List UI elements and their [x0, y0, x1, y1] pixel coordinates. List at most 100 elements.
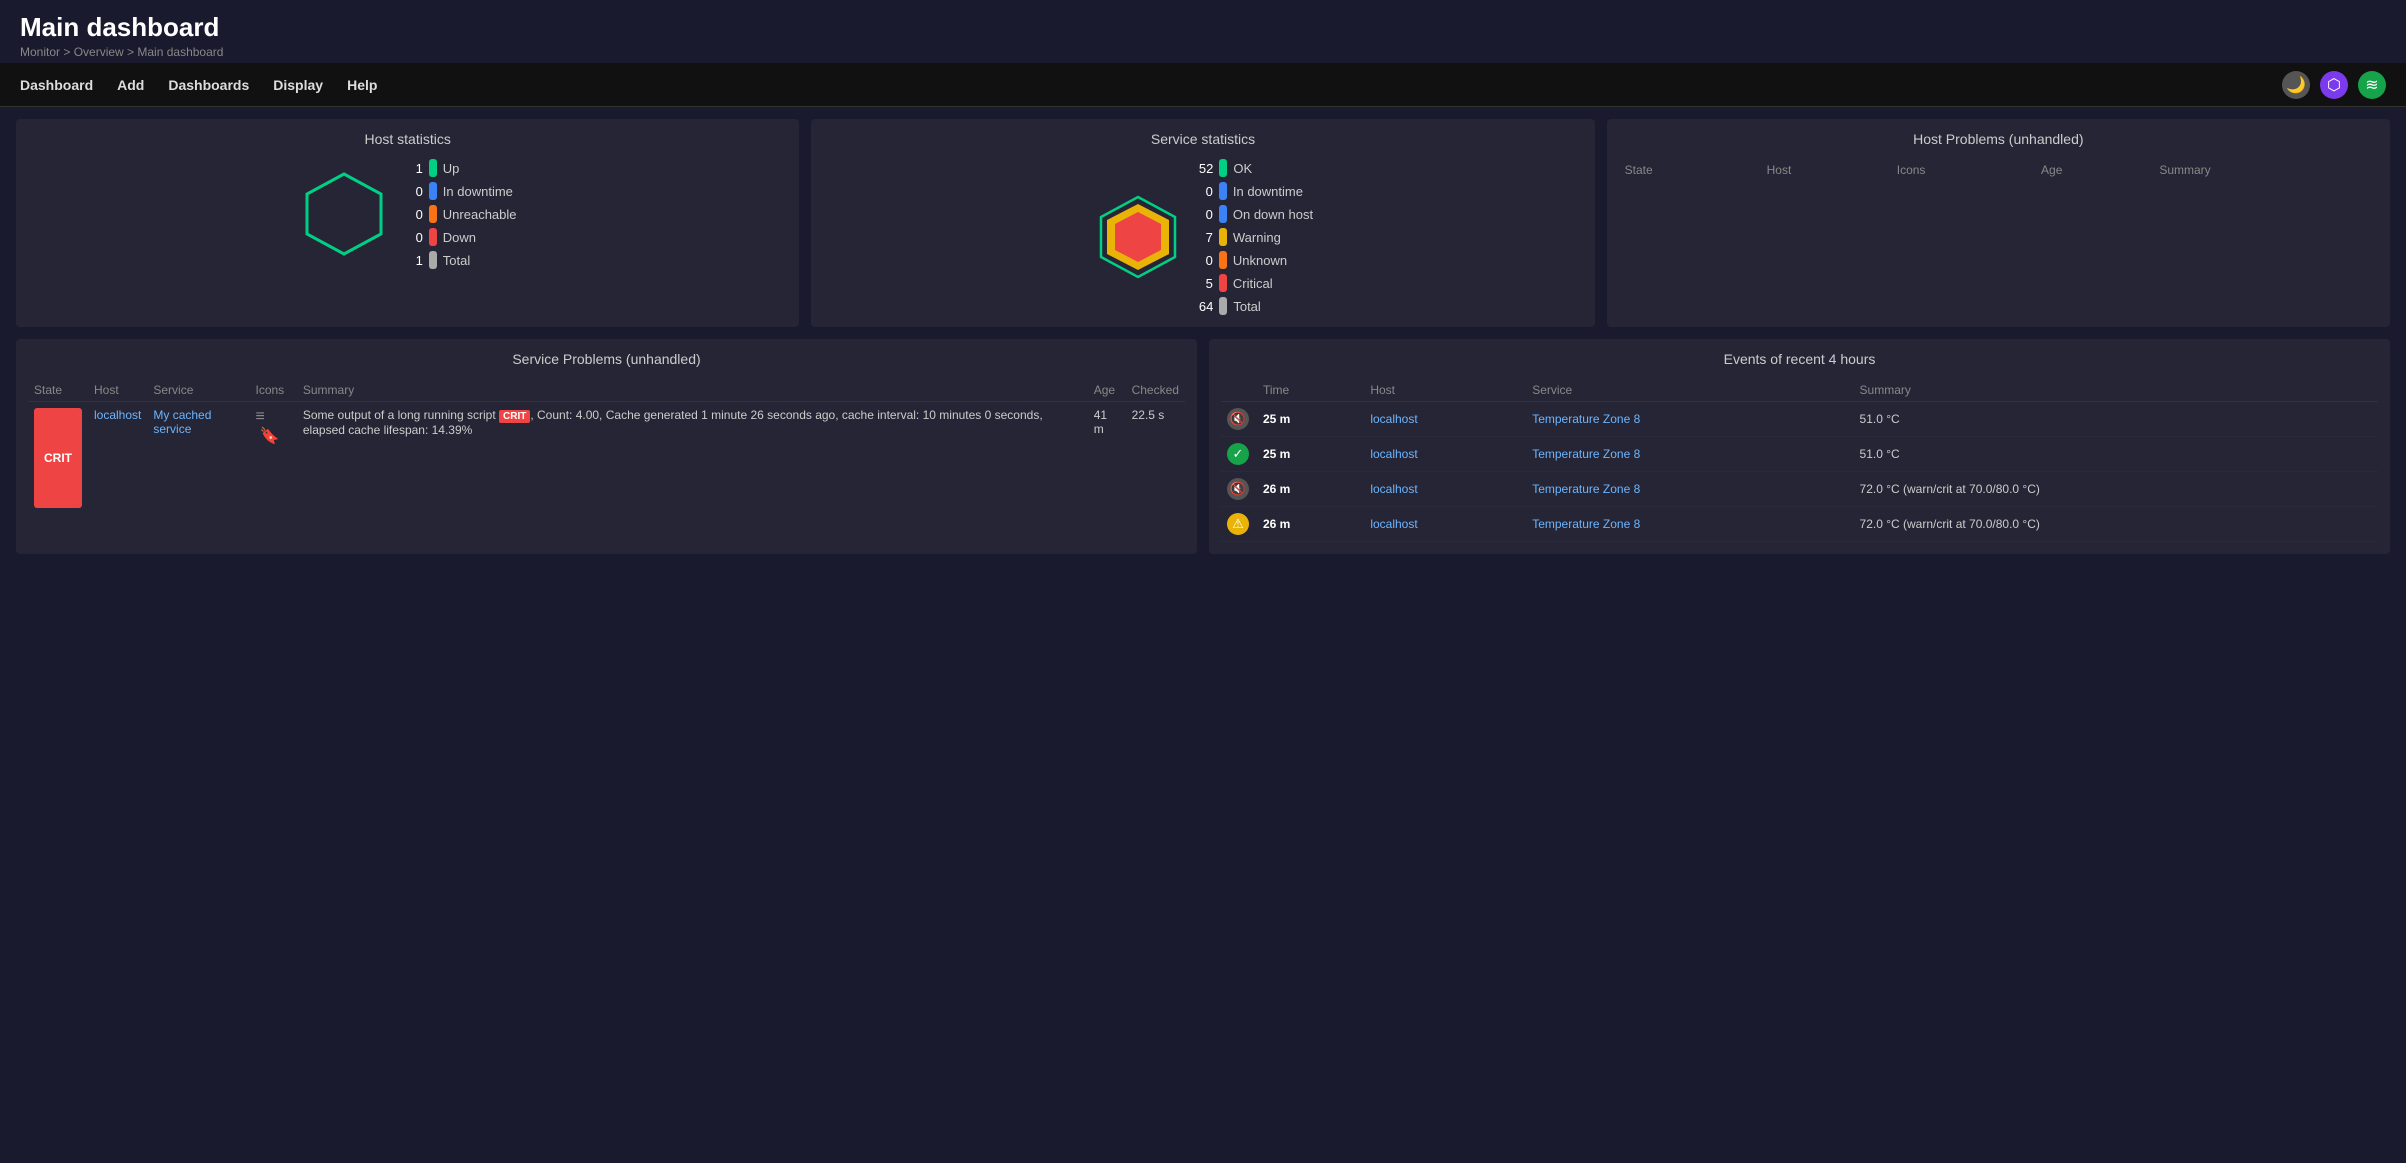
evt-service-cell[interactable]: Temperature Zone 8 [1526, 507, 1853, 542]
stat-warning: 7 Warning [1199, 228, 1313, 246]
evt-host-cell[interactable]: localhost [1364, 437, 1526, 472]
event-status-icon: 🔇 [1227, 478, 1249, 500]
unknown-indicator [1219, 251, 1227, 269]
svc-host-cell[interactable]: localhost [88, 402, 147, 515]
stat-in-downtime-svc: 0 In downtime [1199, 182, 1313, 200]
svc-icons-cell: ≡ 🔖 [250, 402, 297, 515]
nav-add[interactable]: Add [117, 73, 144, 97]
total-svc-label: Total [1233, 299, 1260, 314]
evt-service-cell[interactable]: Temperature Zone 8 [1526, 402, 1853, 437]
cube-icon[interactable]: ⬡ [2320, 71, 2348, 99]
evt-col-time: Time [1257, 379, 1364, 402]
up-label: Up [443, 161, 460, 176]
main-content: Host statistics 1 Up 0 In downtime [0, 107, 2406, 566]
evt-host-cell[interactable]: localhost [1364, 507, 1526, 542]
evt-icon-cell: 🔇 [1221, 402, 1257, 437]
on-down-host-indicator [1219, 205, 1227, 223]
nav-icon-group: 🌙 ⬡ ≋ [2282, 71, 2386, 99]
evt-col-summary: Summary [1854, 379, 2378, 402]
stat-critical: 5 Critical [1199, 274, 1313, 292]
service-stats-inner: 52 OK 0 In downtime 0 On down host [823, 159, 1582, 315]
service-problems-table: State Host Service Icons Summary Age Che… [28, 379, 1185, 514]
ok-indicator [1219, 159, 1227, 177]
host-problems-table: State Host Icons Age Summary [1619, 159, 2378, 181]
host-problems-title: Host Problems (unhandled) [1619, 131, 2378, 147]
table-row: 🔇 26 m localhost Temperature Zone 8 72.0… [1221, 472, 2378, 507]
stat-in-downtime-host: 0 In downtime [409, 182, 517, 200]
host-stat-list: 1 Up 0 In downtime 0 Unreachable [409, 159, 517, 269]
event-status-icon: ✓ [1227, 443, 1249, 465]
svc-summary-cell: Some output of a long running script CRI… [297, 402, 1088, 515]
svc-checked-cell: 22.5 s [1126, 402, 1185, 515]
unreachable-label: Unreachable [443, 207, 517, 222]
unknown-label: Unknown [1233, 253, 1287, 268]
nav-help[interactable]: Help [347, 73, 377, 97]
evt-time-cell: 26 m [1257, 472, 1364, 507]
evt-col-service: Service [1526, 379, 1853, 402]
page-header: Main dashboard Monitor > Overview > Main… [0, 0, 2406, 63]
navigation: Dashboard Add Dashboards Display Help 🌙 … [0, 63, 2406, 107]
stat-unreachable: 0 Unreachable [409, 205, 517, 223]
stat-total-host: 1 Total [409, 251, 517, 269]
spotify-icon[interactable]: ≋ [2358, 71, 2386, 99]
crit-state-badge: CRIT [34, 408, 82, 508]
down-indicator [429, 228, 437, 246]
in-downtime-host-label: In downtime [443, 184, 513, 199]
service-hexagon-icon [1093, 192, 1183, 282]
nav-dashboards[interactable]: Dashboards [168, 73, 249, 97]
table-row: ⚠ 26 m localhost Temperature Zone 8 72.0… [1221, 507, 2378, 542]
evt-host-cell[interactable]: localhost [1364, 472, 1526, 507]
in-downtime-svc-label: In downtime [1233, 184, 1303, 199]
evt-service-cell[interactable]: Temperature Zone 8 [1526, 472, 1853, 507]
service-statistics-title: Service statistics [823, 131, 1582, 147]
in-downtime-host-indicator [429, 182, 437, 200]
on-down-host-label: On down host [1233, 207, 1313, 222]
nav-dashboard[interactable]: Dashboard [20, 73, 93, 97]
total-host-indicator [429, 251, 437, 269]
nav-display[interactable]: Display [273, 73, 323, 97]
service-problems-card: Service Problems (unhandled) State Host … [16, 339, 1197, 554]
evt-col-icon [1221, 379, 1257, 402]
host-problems-card: Host Problems (unhandled) State Host Ico… [1607, 119, 2390, 327]
down-label: Down [443, 230, 476, 245]
stat-ok: 52 OK [1199, 159, 1313, 177]
events-table: Time Host Service Summary 🔇 25 m localho… [1221, 379, 2378, 542]
top-row: Host statistics 1 Up 0 In downtime [16, 119, 2390, 327]
stat-total-svc: 64 Total [1199, 297, 1313, 315]
col-summary: Summary [2153, 159, 2378, 181]
evt-time-cell: 25 m [1257, 402, 1364, 437]
moon-icon[interactable]: 🌙 [2282, 71, 2310, 99]
evt-summary-cell: 72.0 °C (warn/crit at 70.0/80.0 °C) [1854, 472, 2378, 507]
in-downtime-svc-indicator [1219, 182, 1227, 200]
service-problems-title: Service Problems (unhandled) [28, 351, 1185, 367]
host-stats-inner: 1 Up 0 In downtime 0 Unreachable [28, 159, 787, 269]
svc-age-cell: 41 m [1088, 402, 1126, 515]
ok-label: OK [1233, 161, 1252, 176]
table-row: CRIT localhost My cached service ≡ 🔖 Som… [28, 402, 1185, 515]
unreachable-indicator [429, 205, 437, 223]
evt-service-cell[interactable]: Temperature Zone 8 [1526, 437, 1853, 472]
list-icon: ≡ [256, 408, 265, 425]
stat-up: 1 Up [409, 159, 517, 177]
critical-indicator [1219, 274, 1227, 292]
col-age: Age [2035, 159, 2153, 181]
stat-on-down-host: 0 On down host [1199, 205, 1313, 223]
table-row: 🔇 25 m localhost Temperature Zone 8 51.0… [1221, 402, 2378, 437]
svc-state-cell: CRIT [28, 402, 88, 515]
breadcrumb: Monitor > Overview > Main dashboard [20, 45, 2386, 59]
warning-indicator [1219, 228, 1227, 246]
event-status-icon: ⚠ [1227, 513, 1249, 535]
critical-label: Critical [1233, 276, 1273, 291]
evt-icon-cell: ⚠ [1221, 507, 1257, 542]
up-indicator [429, 159, 437, 177]
evt-col-host: Host [1364, 379, 1526, 402]
svc-col-host: Host [88, 379, 147, 402]
service-stat-list: 52 OK 0 In downtime 0 On down host [1199, 159, 1313, 315]
event-status-icon: 🔇 [1227, 408, 1249, 430]
evt-host-cell[interactable]: localhost [1364, 402, 1526, 437]
evt-summary-cell: 51.0 °C [1854, 402, 2378, 437]
evt-time-cell: 26 m [1257, 507, 1364, 542]
evt-time-cell: 25 m [1257, 437, 1364, 472]
col-host: Host [1761, 159, 1891, 181]
svc-service-cell[interactable]: My cached service [147, 402, 249, 515]
